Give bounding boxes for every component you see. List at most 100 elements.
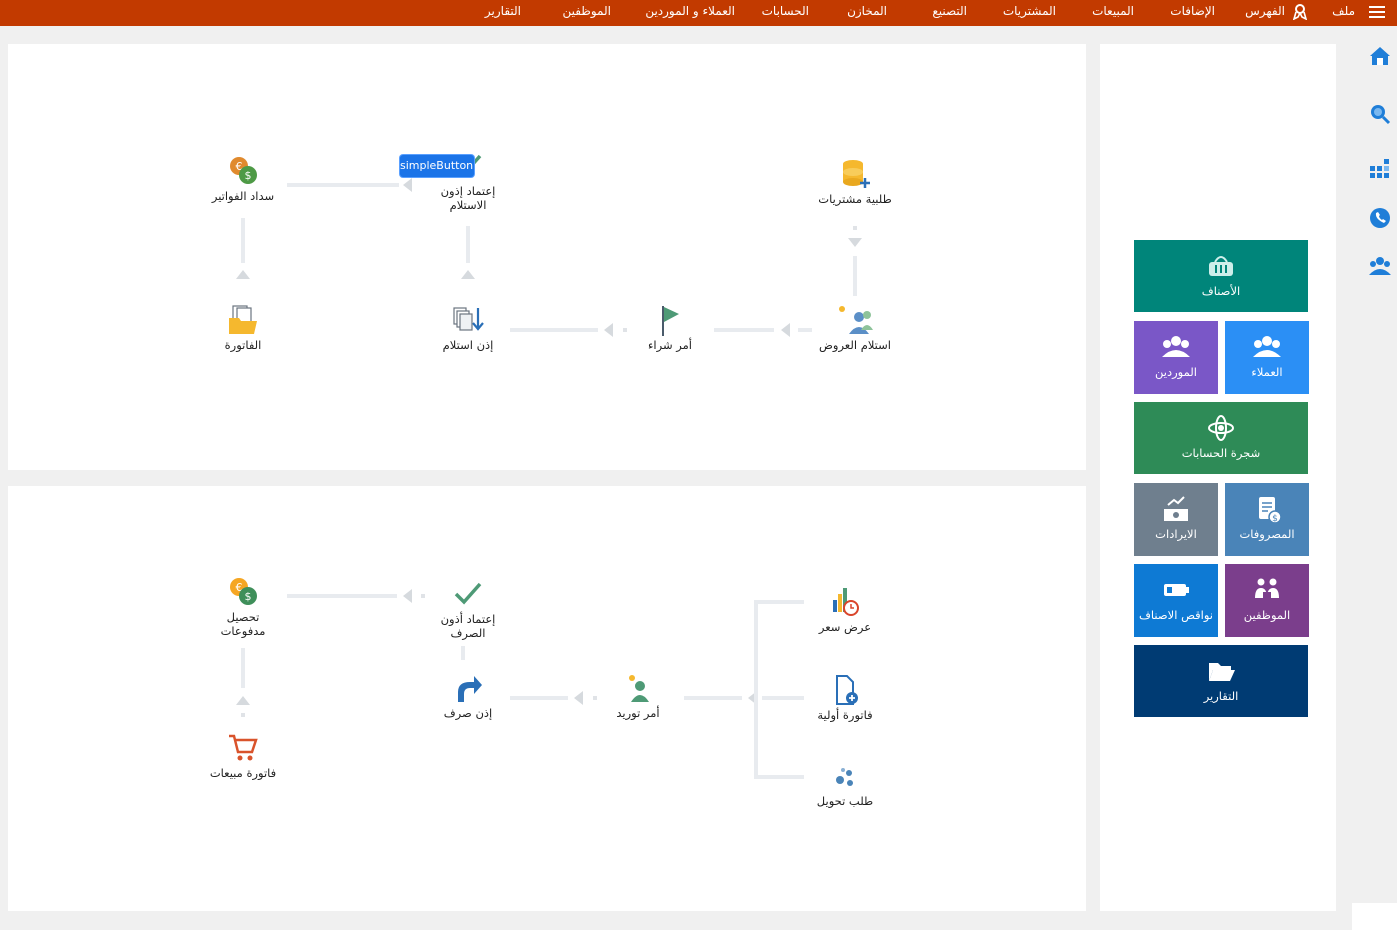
users-group-icon [1162, 336, 1190, 357]
hamburger-menu-icon[interactable] [1369, 6, 1385, 18]
folder-open-icon [1209, 663, 1235, 681]
tile-reports[interactable]: التقارير [1134, 645, 1308, 717]
connector [510, 328, 598, 332]
flow-arrow [604, 323, 613, 337]
top-menu-bar: ملف الفهرس الإضافات المبيعات المشتريات ا… [0, 0, 1397, 26]
tile-employees[interactable]: الموظفين [1225, 564, 1309, 637]
search-icon[interactable] [1368, 102, 1392, 126]
node-purchase-request[interactable]: طلبية مشتريات [805, 158, 905, 206]
connector [714, 328, 774, 332]
node-invoice[interactable]: الفاتورة [203, 304, 283, 352]
connector [466, 226, 470, 263]
menu-sales[interactable]: المبيعات [1092, 4, 1134, 18]
connector [241, 648, 245, 688]
node-sales-invoice[interactable]: فاتورة مبيعات [198, 732, 288, 780]
money-trend-icon [1164, 496, 1188, 521]
menu-customers-suppliers[interactable]: العملاء و الموردين [645, 4, 735, 18]
tile-customers[interactable]: العملاء [1225, 321, 1309, 394]
tile-expenses[interactable]: $ المصروفات [1225, 483, 1309, 556]
shortcut-tiles-panel [1100, 44, 1336, 911]
node-supply-order[interactable]: أمر توريد [598, 672, 678, 720]
flow-arrow [781, 323, 790, 337]
user-star-icon [629, 675, 649, 702]
atom-network-icon [1208, 415, 1234, 441]
connector-dot [593, 696, 597, 700]
menu-reports[interactable]: التقارير [485, 4, 521, 18]
menu-manufacturing[interactable]: التصنيع [932, 4, 967, 18]
flow-arrow [574, 691, 583, 705]
node-transfer-request[interactable]: طلب تحويل [805, 760, 885, 808]
svg-text:$: $ [245, 590, 252, 603]
flow-arrow [236, 696, 250, 705]
menu-file[interactable]: ملف [1332, 4, 1355, 18]
apps-grid-icon[interactable] [1368, 158, 1392, 182]
node-collect-payments[interactable]: € $ تحصيل مدفوعات [203, 576, 283, 638]
redo-arrow-icon [458, 676, 482, 702]
document-add-icon [836, 675, 858, 705]
connector [754, 600, 804, 604]
connector [287, 183, 399, 187]
users-icon[interactable] [1368, 254, 1392, 278]
node-issue-permit[interactable]: إذن صرف [428, 672, 508, 720]
svg-text:$: $ [1272, 514, 1278, 523]
node-purchase-order[interactable]: أمر شراء [630, 304, 710, 352]
bill-dollar-icon: $ [1259, 497, 1282, 523]
menu-additions[interactable]: الإضافات [1170, 4, 1215, 18]
users-group-icon [1253, 336, 1281, 357]
coins-icon: € $ [230, 157, 257, 184]
flow-arrow [236, 270, 250, 279]
connector [287, 594, 397, 598]
side-strip-footer [1352, 903, 1397, 930]
connector-dot [853, 226, 857, 230]
connector [510, 696, 568, 700]
battery-low-icon [1164, 584, 1189, 596]
purchases-flow-panel [8, 44, 1086, 470]
team-icon [1255, 578, 1279, 598]
menu-accounts[interactable]: الحسابات [762, 4, 809, 18]
menu-employees[interactable]: الموظفين [562, 4, 611, 18]
connector [241, 218, 245, 263]
connector [853, 256, 857, 296]
coins-icon: € $ [230, 578, 257, 605]
tile-revenues[interactable]: الايرادات [1134, 483, 1218, 556]
node-pay-bills[interactable]: € $ سداد الفواتير [198, 155, 288, 203]
node-price-quote[interactable]: عرض سعر [805, 586, 885, 634]
chart-clock-icon [833, 588, 859, 616]
tile-accounts-tree[interactable]: شجرة الحسابات [1134, 402, 1308, 474]
connector-dot [241, 713, 245, 717]
home-icon[interactable] [1368, 44, 1392, 68]
tile-items[interactable]: الأصناف [1134, 240, 1308, 312]
phone-chat-icon[interactable] [1368, 206, 1392, 230]
node-receive-offers[interactable]: استلام العروض [805, 304, 905, 352]
connector [754, 600, 758, 778]
database-add-icon [843, 160, 870, 188]
basket-icon [1209, 256, 1233, 276]
simple-button[interactable]: simpleButton1 [400, 155, 474, 177]
connector-dot [623, 328, 627, 332]
menu-purchases[interactable]: المشتريات [1003, 4, 1056, 18]
connector [461, 646, 465, 660]
documents-down-icon [453, 307, 484, 331]
users-star-icon [839, 306, 873, 334]
menu-warehouses[interactable]: المخازن [847, 4, 887, 18]
connector [754, 775, 804, 779]
menu-index[interactable]: الفهرس [1245, 4, 1285, 18]
node-approve-issue[interactable]: إعتماد أذون الصرف [420, 578, 516, 640]
flag-icon [662, 306, 679, 336]
flow-arrow [461, 270, 475, 279]
node-proforma-invoice[interactable]: فاتورة أولية [805, 674, 885, 722]
connector [762, 696, 804, 700]
tile-suppliers[interactable]: الموردين [1134, 321, 1218, 394]
folder-documents-icon [229, 305, 257, 334]
shopping-cart-icon [229, 734, 258, 761]
tile-shortages[interactable]: نواقص الاصناف [1134, 564, 1218, 637]
svg-text:$: $ [245, 169, 252, 182]
dots-cluster-icon [836, 768, 853, 786]
checkmark-icon [454, 582, 482, 605]
ribbon-icon [1293, 4, 1307, 20]
flow-arrow [848, 238, 862, 247]
connector [684, 696, 742, 700]
flow-arrow [403, 178, 412, 192]
flow-arrow [403, 589, 412, 603]
node-receipt-permit[interactable]: إذن استلام [428, 304, 508, 352]
